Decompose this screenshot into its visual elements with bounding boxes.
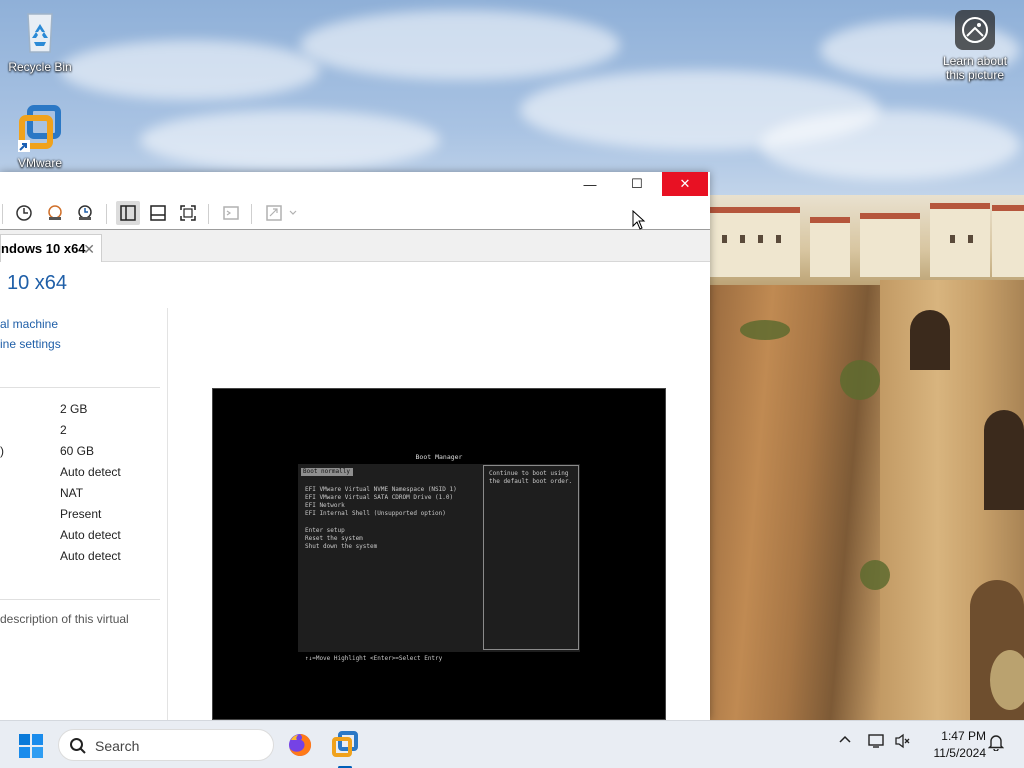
boot-action: Reset the system [305,535,363,542]
title-bar[interactable]: — ☐ ✕ [0,172,710,196]
tab-strip: ndows 10 x64 ✕ [0,230,710,262]
device-value-display: Auto detect [60,549,121,563]
desktop-icon-recycle-bin[interactable]: Recycle Bin [0,8,80,74]
taskbar: Search 1:47 PM 11/5/2024 [0,720,1024,768]
firefox-icon[interactable] [287,732,313,763]
close-icon[interactable]: ✕ [83,241,95,258]
tab-label: ndows 10 x64 [1,241,86,256]
clock-date: 11/5/2024 [933,746,987,760]
device-value-cd-dvd: Auto detect [60,465,121,479]
stretch-guest-icon[interactable] [262,201,286,225]
device-value-memory: 2 GB [60,402,88,416]
boot-entry: EFI VMware Virtual SATA CDROM Drive (1.0… [305,494,454,501]
device-value-processors: 2 [60,423,67,437]
full-screen-icon[interactable] [176,201,200,225]
mouse-cursor-icon [632,209,646,235]
device-value-usb-controller: Present [60,507,102,521]
chevron-up-icon[interactable] [838,733,852,750]
show-library-icon[interactable] [116,201,140,225]
volume-muted-icon[interactable] [894,733,912,752]
boot-footer: ↑↓=Move Highlight <Enter>=Select Entry [305,655,443,662]
boot-entry: EFI Internal Shell (Unsupported option) [305,510,446,517]
vm-summary-pane: al machine ine settings 2 GB 2 ) 60 GB A… [0,308,168,720]
device-value-hard-disk: 60 GB [60,444,95,458]
network-icon[interactable] [868,733,886,752]
windows-logo-icon [19,734,43,758]
power-on-link[interactable]: al machine [0,317,58,331]
vmware-icon [16,104,64,152]
learn-about-label: Learn about this picture [942,54,1008,82]
camera-icon [955,10,995,50]
boot-manager-title: Boot Manager [415,453,463,461]
device-value-sound-card: Auto detect [60,528,121,542]
notification-bell-icon[interactable] [987,733,1005,754]
boot-entry: EFI Network [305,502,345,509]
boot-action: Enter setup [305,527,345,534]
boot-entry: EFI VMware Virtual NVME Namespace (NSID … [305,486,457,493]
search-box[interactable]: Search [58,729,274,761]
edit-settings-link[interactable]: ine settings [0,337,61,351]
maximize-button[interactable]: ☐ [614,172,660,196]
revert-snapshot-icon[interactable] [43,201,67,225]
boot-help-text: Continue to boot using the default boot … [483,465,579,650]
console-view-icon[interactable] [219,201,243,225]
minimize-button[interactable]: — [567,172,613,196]
desktop-icon-vmware[interactable]: VMware [0,104,80,170]
start-button[interactable] [18,733,44,759]
vm-console-preview[interactable]: Boot Manager Boot normally EFI VMware Vi… [212,388,666,720]
vmware-taskbar-icon[interactable] [332,731,358,762]
snapshot-icon[interactable] [12,201,36,225]
boot-manager: Boot Manager Boot normally EFI VMware Vi… [298,453,580,652]
page-title: 10 x64 [7,272,68,294]
boot-action: Shut down the system [305,543,378,550]
snapshot-manager-icon[interactable] [73,201,97,225]
description-placeholder[interactable]: description of this virtual [0,612,129,626]
close-button[interactable]: ✕ [662,172,708,196]
desktop-icon-label: Recycle Bin [8,60,72,74]
boot-selected-entry: Boot normally [301,468,353,476]
recycle-bin-icon [16,8,64,56]
chevron-down-icon[interactable] [286,201,300,225]
search-icon [70,738,86,754]
system-clock[interactable]: 1:47 PM 11/5/2024 [920,728,987,762]
device-value-network-adapter: NAT [60,486,84,500]
thumbnail-bar-icon[interactable] [146,201,170,225]
tab-windows-10-x64[interactable]: ndows 10 x64 ✕ [0,234,102,262]
clock-time: 1:47 PM [941,729,986,743]
search-label: Search [95,738,140,754]
vmware-window: — ☐ ✕ ndows 10 x64 ✕ 10 x64 al machine i… [0,172,710,720]
toolbar [0,196,710,230]
device-label: ) [0,444,4,458]
learn-about-picture[interactable]: Learn about this picture [935,10,1015,82]
desktop-icon-label: VMware [17,156,62,170]
